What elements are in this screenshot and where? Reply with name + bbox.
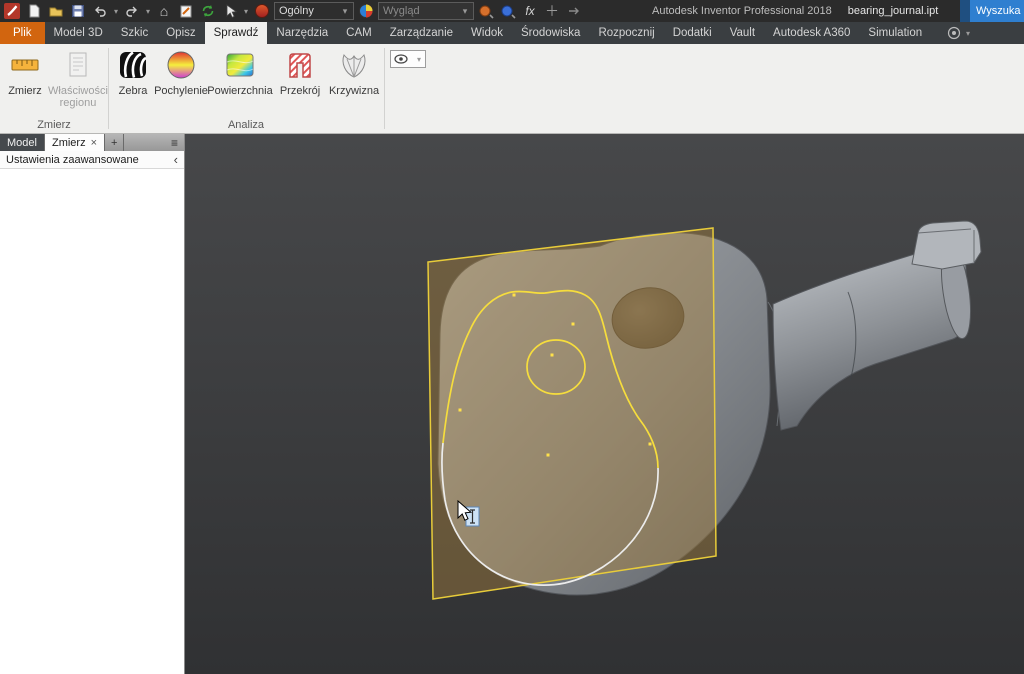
browser-tab-model[interactable]: Model — [0, 134, 45, 151]
browser-panel: Model Zmierz × + ≡ Ustawienia zaawansowa… — [0, 134, 185, 674]
update-icon[interactable] — [198, 2, 218, 20]
search-box[interactable]: Wyszuka — [970, 0, 1024, 22]
browser-tab-bar: Model Zmierz × + ≡ — [0, 134, 184, 151]
appearance-value: Wygląd — [383, 5, 420, 17]
tool-powierzchnia[interactable]: Powierzchnia — [207, 48, 273, 97]
tool-przekroj[interactable]: Przekrój — [276, 48, 324, 97]
measure-ruler-icon — [9, 48, 41, 82]
ribbon-tab-sprawdz[interactable]: Sprawdź — [204, 22, 268, 44]
ribbon-options-caret-icon[interactable]: ▾ — [964, 29, 972, 38]
ribbon-tab-row: Plik Model 3D Szkic Opisz Sprawdź Narzęd… — [0, 22, 1024, 44]
tool-zebra[interactable]: Zebra — [112, 48, 154, 97]
sketch-icon[interactable] — [176, 2, 196, 20]
undo-dropdown-icon[interactable]: ▾ — [112, 7, 120, 16]
ribbon-tab-plik[interactable]: Plik — [0, 22, 45, 44]
select-dropdown-icon[interactable]: ▾ — [242, 7, 250, 16]
section-plane[interactable] — [427, 227, 717, 600]
open-folder-icon[interactable] — [46, 2, 66, 20]
group-divider — [384, 48, 385, 129]
undo-icon[interactable] — [90, 2, 110, 20]
collapse-chevron-icon[interactable]: ‹ — [174, 153, 178, 166]
region-properties-icon — [62, 48, 94, 82]
ribbon-tab-rozpocznij[interactable]: Rozpocznij — [589, 22, 663, 44]
zebra-analysis-icon — [117, 48, 149, 82]
surface-analysis-icon — [224, 48, 256, 82]
ribbon-tab-dodatki[interactable]: Dodatki — [664, 22, 721, 44]
ribbon-panel: Zmierz Właściwości regionu Zebra Pochyle… — [0, 44, 1024, 134]
part-shaft[interactable] — [772, 220, 982, 431]
material-combo[interactable]: Ogólny ▾ — [274, 2, 354, 20]
section-analysis-icon — [284, 48, 316, 82]
ribbon-tab-szkic[interactable]: Szkic — [112, 22, 157, 44]
new-document-icon[interactable] — [24, 2, 44, 20]
material-sphere-icon[interactable] — [356, 2, 376, 20]
titlebar: ▾ ▾ ⌂ ▾ Ogólny ▾ Wygląd ▾ fx ＋ Autodesk … — [0, 0, 1024, 22]
browser-tab-add[interactable]: + — [105, 134, 125, 151]
shaft-end-notch — [911, 220, 982, 270]
tool-zmierz[interactable]: Zmierz — [2, 48, 48, 97]
window-title: Autodesk Inventor Professional 2018 bear… — [652, 0, 938, 22]
ribbon-tab-narzedzia[interactable]: Narzędzia — [267, 22, 337, 44]
appearance-combo[interactable]: Wygląd ▾ — [378, 2, 474, 20]
ribbon-tab-widok[interactable]: Widok — [462, 22, 512, 44]
group-divider — [108, 48, 109, 129]
select-tool-icon[interactable] — [220, 2, 240, 20]
search-notch — [960, 0, 970, 22]
viewport-3d-scene[interactable] — [185, 134, 1024, 674]
visibility-eye-icon — [394, 54, 408, 64]
ribbon-tab-autodesk-a360[interactable]: Autodesk A360 — [764, 22, 859, 44]
ribbon-tab-opisz[interactable]: Opisz — [157, 22, 204, 44]
ribbon-tab-srodowiska[interactable]: Środowiska — [512, 22, 589, 44]
material-caret-icon[interactable]: ▾ — [341, 6, 349, 17]
application-window: ▾ ▾ ⌂ ▾ Ogólny ▾ Wygląd ▾ fx ＋ Autodesk … — [0, 0, 1024, 674]
browser-panel-body — [0, 169, 184, 674]
ribbon-tab-simulation[interactable]: Simulation — [859, 22, 931, 44]
appearance-caret-icon: ▾ — [462, 5, 468, 16]
curvature-analysis-icon — [338, 48, 370, 82]
advanced-settings-label: Ustawienia zaawansowane — [6, 153, 139, 166]
tool-wlasciwosci-regionu[interactable]: Właściwości regionu — [48, 48, 108, 109]
ribbon-display-options[interactable]: ▾ — [947, 22, 972, 44]
redo-icon[interactable] — [122, 2, 142, 20]
document-title: bearing_journal.ipt — [847, 5, 939, 17]
ribbon-tab-vault[interactable]: Vault — [721, 22, 764, 44]
group-label-zmierz[interactable]: Zmierz — [0, 119, 108, 131]
appearance-ball-icon[interactable] — [252, 2, 272, 20]
fx-parameters-icon[interactable]: fx — [520, 2, 540, 20]
app-title: Autodesk Inventor Professional 2018 — [652, 5, 832, 17]
draft-analysis-icon — [165, 48, 197, 82]
analysis-visibility-combo[interactable]: ▾ — [390, 50, 426, 68]
viewport-3d[interactable] — [185, 134, 1024, 674]
save-icon[interactable] — [68, 2, 88, 20]
adjust-blue-icon[interactable] — [498, 2, 518, 20]
material-value: Ogólny — [279, 5, 314, 17]
tool-pochylenie[interactable]: Pochylenie — [154, 48, 208, 97]
plus-icon[interactable]: ＋ — [542, 2, 562, 20]
redo-dropdown-icon[interactable]: ▾ — [144, 7, 152, 16]
search-label: Wyszuka — [976, 5, 1021, 17]
group-label-analiza[interactable]: Analiza — [108, 119, 384, 131]
browser-menu-icon[interactable]: ≡ — [165, 134, 184, 151]
ribbon-tab-cam[interactable]: CAM — [337, 22, 381, 44]
app-logo-icon[interactable] — [2, 2, 22, 20]
browser-tab-zmierz[interactable]: Zmierz × — [44, 134, 106, 151]
ribbon-tab-model-3d[interactable]: Model 3D — [45, 22, 112, 44]
visibility-caret-icon[interactable]: ▾ — [415, 55, 423, 64]
advanced-settings-row[interactable]: Ustawienia zaawansowane ‹ — [0, 151, 184, 169]
ribbon-tab-zarzadzanie[interactable]: Zarządzanie — [381, 22, 462, 44]
home-icon[interactable]: ⌂ — [154, 2, 174, 20]
adjust-orange-icon[interactable] — [476, 2, 496, 20]
arrow-tool-icon[interactable] — [564, 2, 584, 20]
close-tab-icon[interactable]: × — [91, 137, 97, 149]
main-area: Model Zmierz × + ≡ Ustawienia zaawansowa… — [0, 134, 1024, 674]
ribbon-options-icon — [947, 26, 961, 40]
tool-krzywizna[interactable]: Krzywizna — [326, 48, 382, 97]
